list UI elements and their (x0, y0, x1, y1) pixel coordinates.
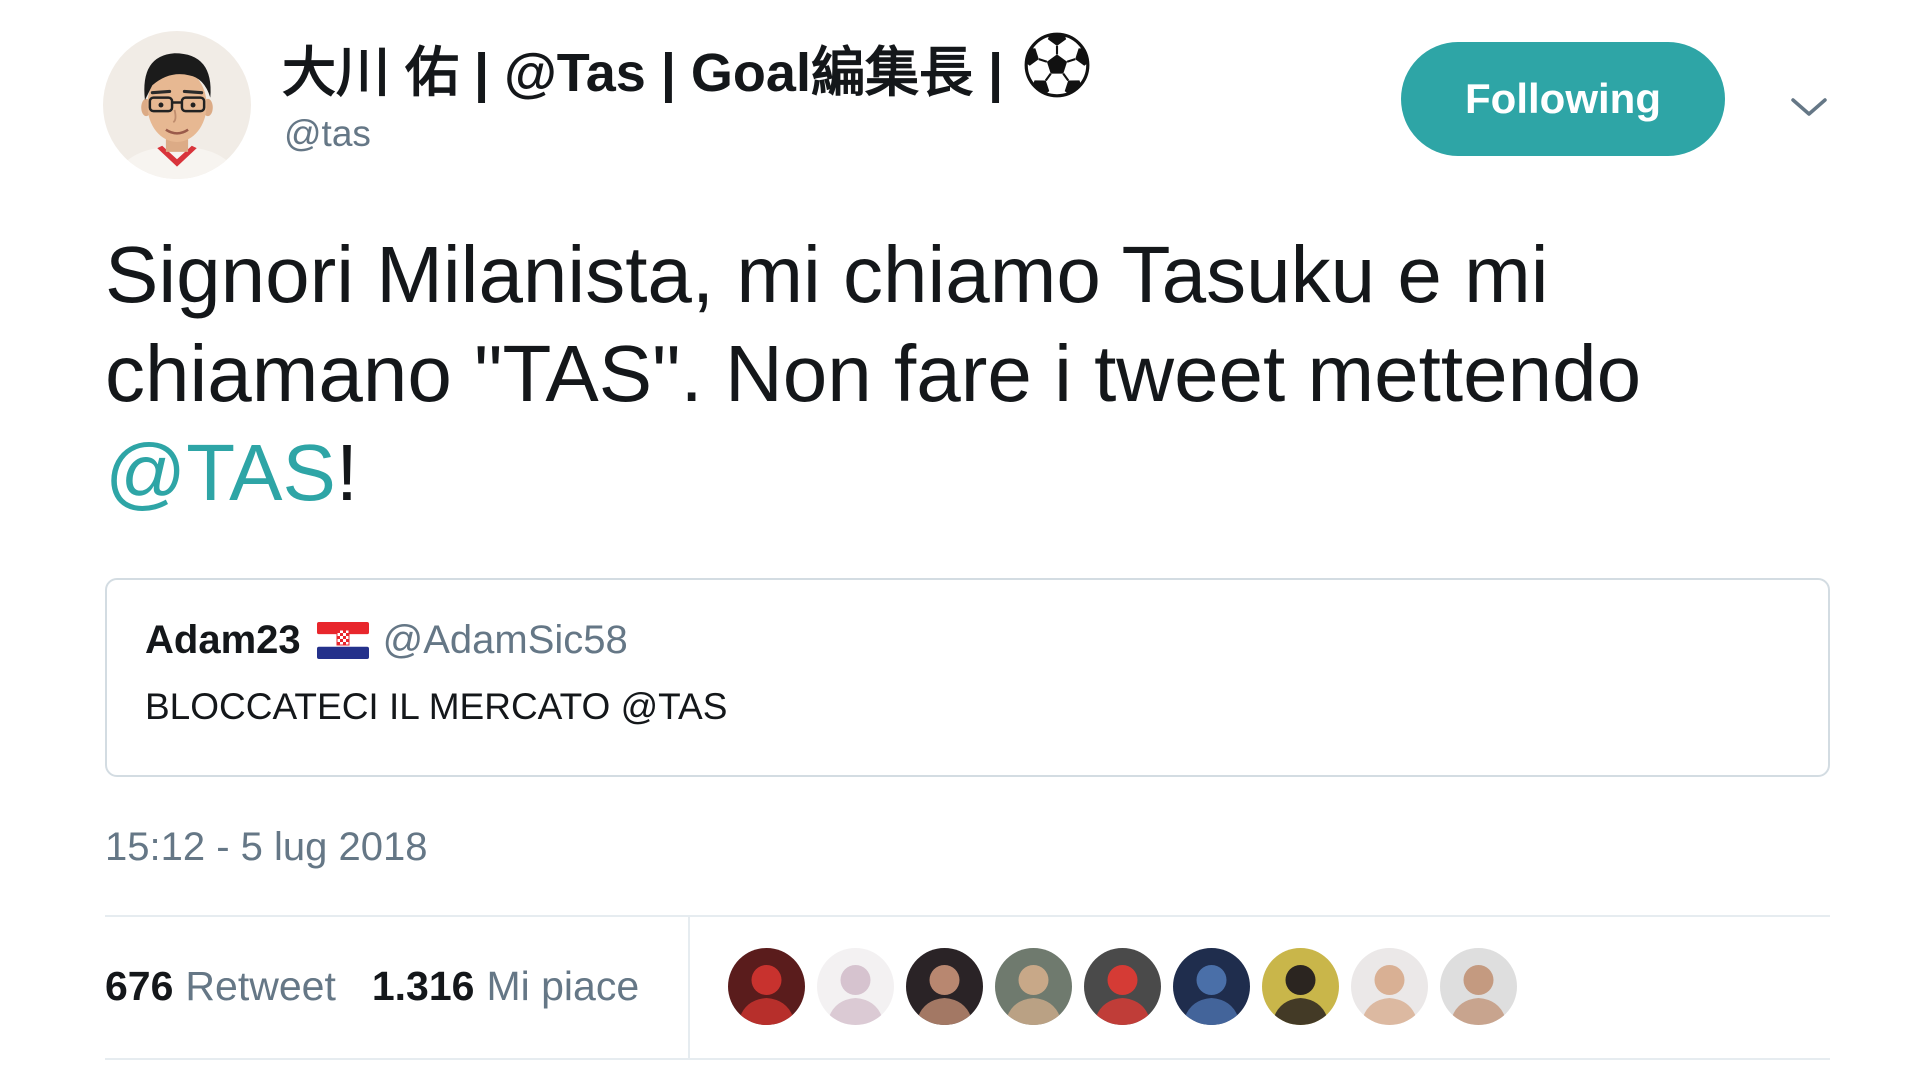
liker-avatar[interactable] (1440, 948, 1517, 1025)
tweet-timestamp[interactable]: 15:12 - 5 lug 2018 (105, 822, 427, 872)
liker-photo (1084, 948, 1161, 1025)
liker-photo (1262, 948, 1339, 1025)
likes-label: Mi piace (486, 963, 640, 1009)
liker-avatar[interactable] (906, 948, 983, 1025)
mention-link[interactable]: @TAS (105, 428, 336, 517)
profile-photo (103, 31, 251, 179)
liker-photo (817, 948, 894, 1025)
liker-avatars (728, 948, 1529, 1025)
tweet-stats: 676 Retweet 1.316 Mi piace (105, 958, 639, 1014)
quoted-tweet-text: BLOCCATECI IL MERCATO @TAS (145, 686, 728, 727)
divider-bottom (105, 1058, 1830, 1060)
quoted-author-name: Adam23 (145, 617, 301, 662)
tweet-text-end: ! (335, 428, 359, 517)
author-handle[interactable]: @tas (284, 110, 371, 158)
retweets-count: 676 (105, 963, 174, 1009)
following-button[interactable]: Following (1401, 42, 1725, 156)
liker-photo (1351, 948, 1428, 1025)
liker-photo (995, 948, 1072, 1025)
likes-stat[interactable]: 1.316 Mi piace (372, 963, 639, 1009)
liker-photo (1173, 948, 1250, 1025)
quoted-author-handle: @AdamSic58 (382, 617, 628, 662)
divider-top (105, 915, 1830, 917)
liker-avatar[interactable] (817, 948, 894, 1025)
liker-avatar[interactable] (995, 948, 1072, 1025)
retweets-stat[interactable]: 676 Retweet (105, 963, 336, 1009)
quoted-tweet-card[interactable]: Adam23 @AdamSic58 BLOCCATECI IL MERCATO … (105, 578, 1830, 777)
soccer-ball-icon (1024, 32, 1090, 98)
quoted-tweet-header: Adam23 @AdamSic58 (145, 612, 628, 668)
retweets-label: Retweet (185, 963, 336, 1009)
croatia-flag-icon (316, 621, 369, 659)
chevron-down-icon[interactable] (1788, 92, 1830, 122)
liker-photo (728, 948, 805, 1025)
liker-avatar[interactable] (728, 948, 805, 1025)
liker-avatar[interactable] (1262, 948, 1339, 1025)
liker-avatar[interactable] (1173, 948, 1250, 1025)
author-name-text[interactable]: 大川 佑 | @Tas | Goal編集長 | (282, 40, 1003, 106)
liker-photo (1440, 948, 1517, 1025)
author-display-name[interactable]: 大川 佑 | @Tas | Goal編集長 | (282, 32, 1091, 106)
tweet-text: Signori Milanista, mi chiamo Tasuku e mi… (105, 225, 1830, 522)
liker-avatar[interactable] (1351, 948, 1428, 1025)
tweet-text-body: Signori Milanista, mi chiamo Tasuku e mi… (105, 230, 1642, 418)
likes-count: 1.316 (371, 963, 475, 1009)
liker-photo (906, 948, 983, 1025)
profile-avatar[interactable] (103, 31, 251, 179)
stats-divider (688, 915, 690, 1058)
liker-avatar[interactable] (1084, 948, 1161, 1025)
